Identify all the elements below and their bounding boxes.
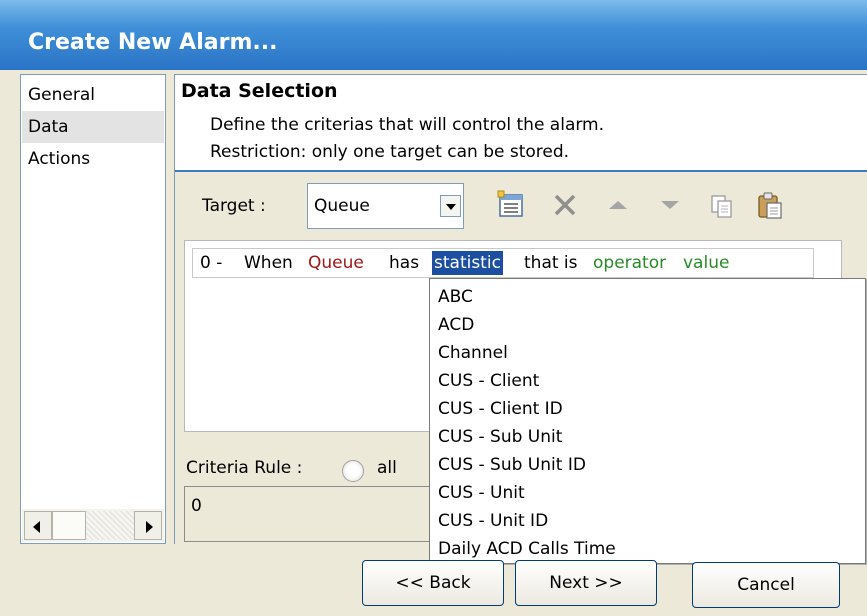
nav-item-data[interactable]: Data bbox=[22, 111, 164, 143]
dropdown-item[interactable]: CUS - Client bbox=[438, 367, 539, 395]
dropdown-item[interactable]: Daily ACD Calls Time bbox=[438, 535, 616, 563]
criteria-index: 0 - bbox=[200, 253, 223, 273]
title-bar: Create New Alarm... bbox=[0, 0, 867, 70]
dropdown-item[interactable]: ACD bbox=[438, 311, 474, 339]
target-select[interactable]: Queue bbox=[307, 183, 464, 229]
dropdown-item[interactable]: Channel bbox=[438, 339, 508, 367]
target-label: Target : bbox=[202, 196, 266, 216]
nav-item-general[interactable]: General bbox=[22, 79, 164, 111]
criteria-expression-field[interactable]: 0 bbox=[184, 486, 430, 542]
radio-all[interactable] bbox=[342, 460, 364, 482]
scroll-right-button[interactable] bbox=[134, 511, 162, 540]
next-button[interactable]: Next >> bbox=[515, 560, 657, 606]
criteria-that-is: that is bbox=[524, 253, 578, 273]
scroll-left-button[interactable] bbox=[24, 511, 52, 540]
cancel-button[interactable]: Cancel bbox=[692, 562, 840, 608]
back-button[interactable]: << Back bbox=[362, 560, 504, 606]
dropdown-item[interactable]: CUS - Sub Unit bbox=[438, 423, 562, 451]
criteria-has: has bbox=[389, 253, 420, 273]
section-description: Define the criterias that will control t… bbox=[210, 115, 605, 135]
scroll-track[interactable] bbox=[86, 511, 134, 540]
criteria-when: When bbox=[244, 253, 293, 273]
dropdown-item[interactable]: CUS - Sub Unit ID bbox=[438, 451, 586, 479]
arrow-left-icon bbox=[33, 521, 40, 533]
dropdown-item[interactable]: CUS - Client ID bbox=[438, 395, 563, 423]
section-restriction: Restriction: only one target can be stor… bbox=[210, 142, 570, 162]
criteria-value-token[interactable]: value bbox=[683, 253, 729, 273]
chevron-down-icon[interactable] bbox=[440, 195, 461, 217]
dropdown-item[interactable]: CUS - Unit bbox=[438, 479, 525, 507]
paste-icon[interactable] bbox=[755, 190, 785, 220]
criteria-expression-value: 0 bbox=[191, 496, 202, 516]
arrow-right-icon bbox=[146, 521, 153, 533]
target-select-value: Queue bbox=[314, 196, 370, 216]
delete-icon[interactable] bbox=[550, 190, 580, 220]
criteria-statistic-token[interactable]: statistic bbox=[432, 251, 503, 275]
nav-item-actions[interactable]: Actions bbox=[22, 143, 164, 175]
statistic-dropdown-list[interactable]: ABC ACD Channel CUS - Client CUS - Clien… bbox=[429, 278, 866, 564]
nav-horizontal-scrollbar[interactable] bbox=[22, 509, 164, 542]
dropdown-item[interactable]: ABC bbox=[438, 283, 473, 311]
section-title: Data Selection bbox=[181, 80, 338, 102]
radio-all-label: all bbox=[377, 458, 397, 478]
criteria-operator-token[interactable]: operator bbox=[593, 253, 666, 273]
dropdown-item[interactable]: CUS - Unit ID bbox=[438, 507, 548, 535]
criteria-target-token[interactable]: Queue bbox=[308, 253, 364, 273]
copy-icon[interactable] bbox=[707, 190, 737, 220]
nav-list: General Data Actions bbox=[20, 74, 166, 544]
window-title: Create New Alarm... bbox=[28, 30, 278, 55]
properties-icon[interactable] bbox=[496, 190, 526, 220]
criteria-rule-label: Criteria Rule : bbox=[186, 458, 303, 478]
move-up-icon[interactable] bbox=[603, 190, 633, 220]
scroll-thumb[interactable] bbox=[52, 511, 86, 540]
move-down-icon[interactable] bbox=[655, 190, 685, 220]
